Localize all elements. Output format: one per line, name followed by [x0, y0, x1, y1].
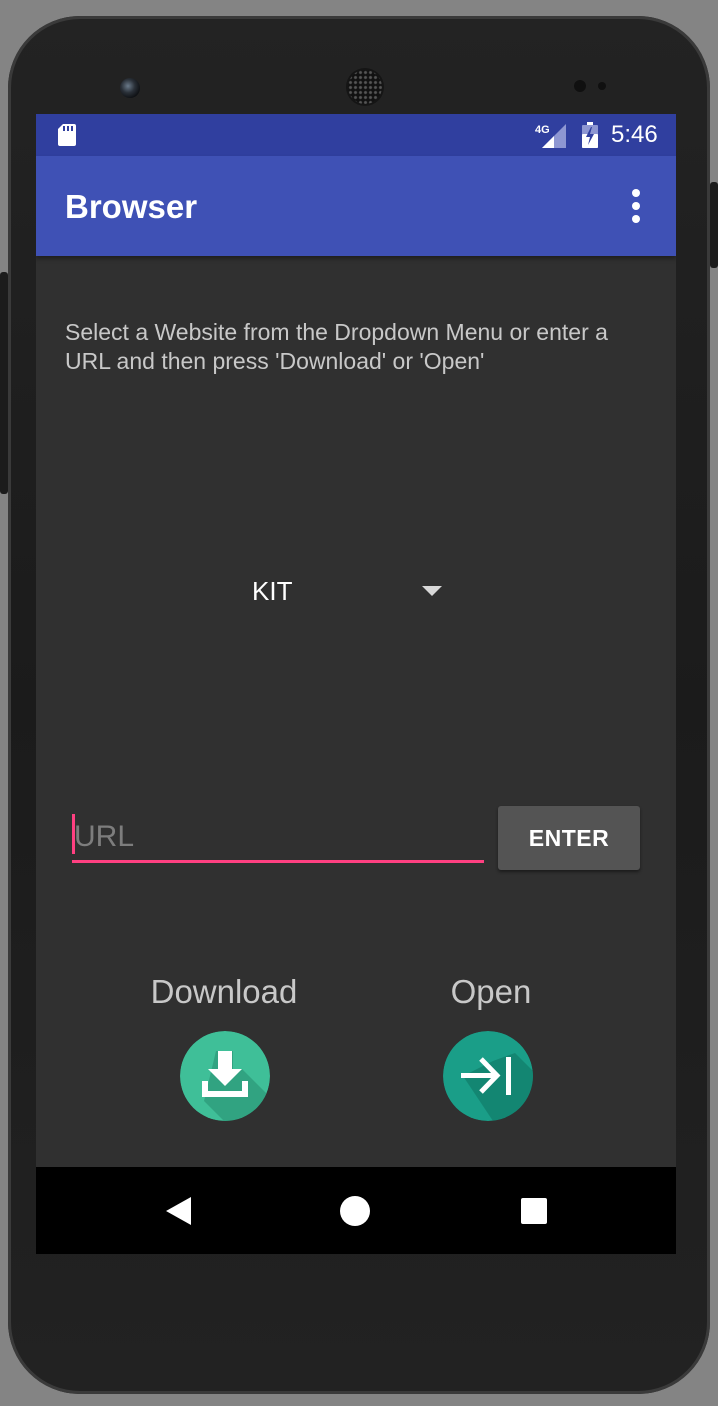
instructions-text: Select a Website from the Dropdown Menu … [65, 319, 608, 374]
more-vert-icon[interactable] [616, 182, 656, 230]
url-input-underline [72, 860, 484, 863]
back-icon[interactable] [161, 1194, 195, 1228]
text-cursor [72, 814, 75, 854]
status-bar: 4G 5:46 [36, 114, 676, 156]
url-field [72, 808, 484, 864]
front-camera [120, 78, 140, 98]
app-bar: Browser [36, 156, 676, 256]
nav-bar [36, 1167, 676, 1254]
website-spinner[interactable]: KIT [236, 566, 456, 616]
proximity-sensor [574, 80, 586, 92]
open-label: Open [450, 973, 532, 1010]
battery-icon [582, 122, 598, 148]
download-label: Download [150, 973, 298, 1010]
download-button[interactable] [180, 1031, 270, 1121]
home-icon[interactable] [338, 1194, 372, 1228]
status-time: 5:46 [611, 121, 658, 148]
spinner-selected-value: KIT [252, 576, 293, 606]
enter-button[interactable]: ENTER [498, 806, 640, 870]
recents-icon[interactable] [517, 1194, 551, 1228]
url-input[interactable] [72, 808, 484, 860]
open-button[interactable] [443, 1031, 533, 1121]
signal-icon: 4G [535, 124, 566, 148]
power-button [710, 182, 718, 268]
sd-card-icon [58, 124, 76, 146]
app-title: Browser [65, 188, 198, 225]
volume-rocker [0, 272, 8, 494]
dropdown-arrow-icon [422, 586, 442, 596]
earpiece-speaker [348, 70, 382, 104]
light-sensor [598, 82, 606, 90]
network-type-label: 4G [535, 124, 550, 136]
device-screen: 4G 5:46 Browser Select a Website from th… [36, 114, 676, 1254]
